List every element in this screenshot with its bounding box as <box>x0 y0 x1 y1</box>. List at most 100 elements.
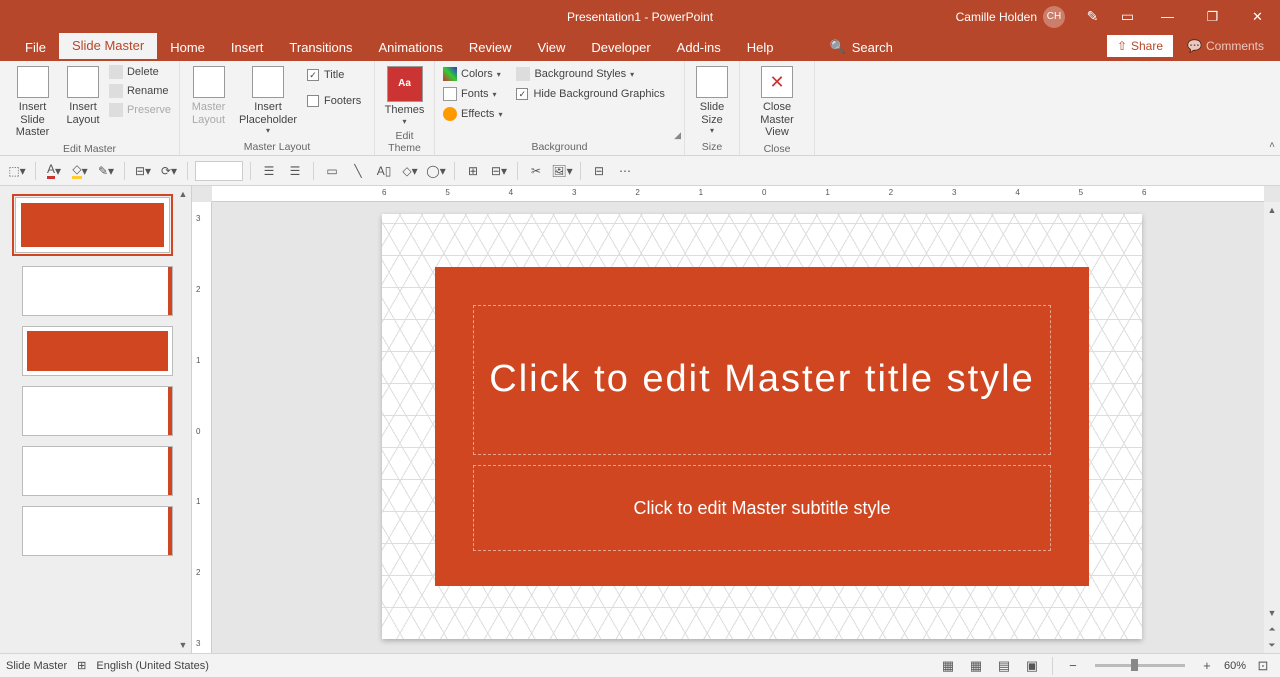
close-master-icon: ✕ <box>761 66 793 98</box>
ungroup-button[interactable]: ⊟▾ <box>488 160 510 182</box>
tab-help[interactable]: Help <box>734 34 787 61</box>
scroll-up-icon[interactable]: ▲ <box>175 186 191 202</box>
reading-view-button[interactable]: ▤ <box>993 657 1015 675</box>
normal-view-button[interactable]: ▦ <box>937 657 959 675</box>
slide-canvas[interactable]: Click to edit Master title style Click t… <box>212 202 1264 653</box>
group-label-master-layout: Master Layout <box>186 139 368 155</box>
insert-placeholder-button[interactable]: Insert Placeholder ▾ <box>235 64 301 137</box>
zoom-slider-handle[interactable] <box>1131 659 1138 671</box>
thumbnail-scrollbar[interactable]: ▲ ▼ <box>175 186 191 653</box>
close-master-label: Close Master View <box>748 101 806 139</box>
subtitle-placeholder[interactable]: Click to edit Master subtitle style <box>473 465 1051 551</box>
crop-button[interactable]: ✂ <box>525 160 547 182</box>
overflow-button[interactable]: ⋯ <box>614 160 636 182</box>
insert-slide-master-button[interactable]: Insert Slide Master <box>6 64 59 141</box>
user-avatar[interactable]: CH <box>1043 6 1065 28</box>
title-placeholder[interactable]: Click to edit Master title style <box>473 305 1051 455</box>
layout-thumbnail-2[interactable] <box>22 326 173 376</box>
tab-slide-master[interactable]: Slide Master <box>59 32 157 61</box>
delete-button[interactable]: Delete <box>107 64 173 80</box>
fonts-button[interactable]: Fonts▾ <box>441 86 504 102</box>
dialog-launcher-icon[interactable]: ◢ <box>674 130 681 141</box>
align-center-button[interactable]: ☰ <box>284 160 306 182</box>
language-label[interactable]: English (United States) <box>96 660 209 672</box>
layout-thumbnail-4[interactable] <box>22 446 173 496</box>
themes-button[interactable]: Aa Themes ▾ <box>381 64 428 128</box>
width-input[interactable] <box>195 161 243 181</box>
comments-button[interactable]: 💬 Comments <box>1177 35 1274 57</box>
close-window-button[interactable]: ✕ <box>1235 0 1280 33</box>
slide-size-button[interactable]: Slide Size ▾ <box>691 64 733 137</box>
accessibility-icon[interactable]: ⊞ <box>77 659 86 672</box>
slideshow-view-button[interactable]: ▣ <box>1021 657 1043 675</box>
ruler-tick: 6 <box>382 188 386 197</box>
footers-checkbox[interactable]: Footers <box>305 93 363 109</box>
background-styles-button[interactable]: Background Styles▾ <box>514 66 666 82</box>
oval-button[interactable]: ◯▾ <box>425 160 447 182</box>
horizontal-ruler[interactable]: 6543210123456 <box>212 186 1264 202</box>
align-left-button[interactable]: ☰ <box>258 160 280 182</box>
tab-home[interactable]: Home <box>157 34 218 61</box>
zoom-slider[interactable] <box>1095 664 1185 667</box>
minimize-button[interactable]: — <box>1145 0 1190 33</box>
view-mode-label[interactable]: Slide Master <box>6 660 67 672</box>
prev-slide-icon[interactable]: ⏶ <box>1264 621 1280 637</box>
layout-thumbnail-3[interactable] <box>22 386 173 436</box>
master-thumbnail[interactable] <box>12 194 173 256</box>
title-checkbox[interactable]: ✓Title <box>305 67 363 83</box>
collapse-ribbon-button[interactable]: ˄ <box>1269 140 1275 151</box>
rotate-button[interactable]: ⟳▾ <box>158 160 180 182</box>
group-button[interactable]: ⊞ <box>462 160 484 182</box>
tab-file[interactable]: File <box>12 34 59 61</box>
checkbox-checked-icon: ✓ <box>516 88 528 100</box>
line-shape-button[interactable]: ╲ <box>347 160 369 182</box>
vertical-ruler[interactable]: 3210123 <box>192 202 212 653</box>
picture-button[interactable]: 🖼▾ <box>551 160 573 182</box>
zoom-out-button[interactable]: − <box>1062 657 1084 675</box>
zoom-level[interactable]: 60% <box>1224 660 1246 672</box>
close-master-view-button[interactable]: ✕ Close Master View <box>746 64 808 141</box>
zoom-in-button[interactable]: + <box>1196 657 1218 675</box>
tab-addins[interactable]: Add-ins <box>664 34 734 61</box>
tab-insert[interactable]: Insert <box>218 34 277 61</box>
slide-master-preview[interactable]: Click to edit Master title style Click t… <box>382 214 1142 639</box>
colors-button[interactable]: Colors▾ <box>441 66 504 82</box>
layout-thumbnail-1[interactable] <box>22 266 173 316</box>
rename-button[interactable]: Rename <box>107 83 173 99</box>
effects-button[interactable]: Effects▾ <box>441 106 504 122</box>
colors-icon <box>443 67 457 81</box>
sorter-view-button[interactable]: ▦ <box>965 657 987 675</box>
rectangle-shape-button[interactable]: ▭ <box>321 160 343 182</box>
arrange-button[interactable]: ⬚▾ <box>6 160 28 182</box>
textbox-button[interactable]: A▯ <box>373 160 395 182</box>
fonts-icon <box>443 87 457 101</box>
next-slide-icon[interactable]: ⏷ <box>1264 637 1280 653</box>
scroll-down-icon[interactable]: ▼ <box>1264 605 1280 621</box>
share-button[interactable]: ⇧ Share <box>1107 35 1173 57</box>
user-name[interactable]: Camille Holden <box>956 10 1037 24</box>
tell-me-search[interactable]: 🔍 Search <box>817 33 906 61</box>
tab-transitions[interactable]: Transitions <box>276 34 365 61</box>
preserve-button[interactable]: Preserve <box>107 102 173 118</box>
fit-window-button[interactable]: ⊡ <box>1252 657 1274 675</box>
scroll-down-icon[interactable]: ▼ <box>175 637 191 653</box>
hide-bg-checkbox[interactable]: ✓Hide Background Graphics <box>514 86 666 102</box>
editor-scrollbar[interactable]: ▲ ▼ ⏶ ⏷ <box>1264 202 1280 653</box>
autosave-icon[interactable]: ✎ <box>1075 0 1110 33</box>
tab-view[interactable]: View <box>524 34 578 61</box>
insert-layout-button[interactable]: Insert Layout <box>63 64 103 128</box>
fill-color-button[interactable]: ◇▾ <box>69 160 91 182</box>
shapes-button[interactable]: ◇▾ <box>399 160 421 182</box>
outline-button[interactable]: ✎▾ <box>95 160 117 182</box>
ruler-tick: 3 <box>572 188 576 197</box>
font-color-button[interactable]: A▾ <box>43 160 65 182</box>
restore-button[interactable]: ❐ <box>1190 0 1235 33</box>
tab-animations[interactable]: Animations <box>366 34 456 61</box>
display-options-icon[interactable]: ▭ <box>1110 0 1145 33</box>
selection-pane-button[interactable]: ⊟ <box>588 160 610 182</box>
layout-thumbnail-5[interactable] <box>22 506 173 556</box>
tab-review[interactable]: Review <box>456 34 525 61</box>
scroll-up-icon[interactable]: ▲ <box>1264 202 1280 218</box>
tab-developer[interactable]: Developer <box>578 34 663 61</box>
align-button[interactable]: ⊟▾ <box>132 160 154 182</box>
